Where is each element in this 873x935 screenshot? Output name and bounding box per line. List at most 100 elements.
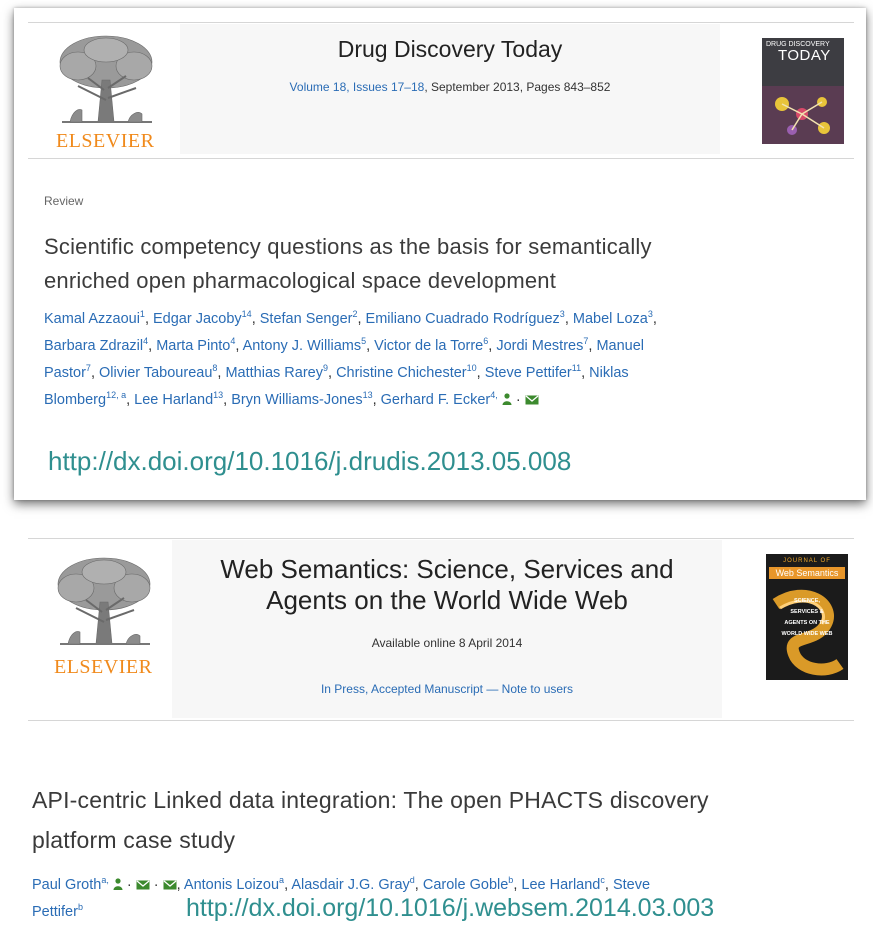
author-name[interactable]: Mabel Loza3 xyxy=(573,310,653,328)
author-name[interactable]: Steve xyxy=(613,877,650,893)
author-name[interactable]: Matthias Rarey9 xyxy=(225,364,328,382)
divider xyxy=(28,720,854,721)
elsevier-logo[interactable]: ELSEVIER xyxy=(46,552,164,682)
divider xyxy=(28,22,854,23)
author-name[interactable]: Lee Harland13 xyxy=(134,390,223,409)
separator: , xyxy=(581,365,590,381)
availability-date: Available online 8 April 2014 xyxy=(371,636,523,650)
author-name[interactable]: Kamal Azzaoui1 xyxy=(44,310,145,328)
author-name[interactable]: Barbara Zdrazil4 xyxy=(44,337,148,355)
cover-line: SCIENCE, xyxy=(794,598,820,604)
journal-title[interactable]: Drug Discovery Today xyxy=(180,36,720,63)
affiliation-marker[interactable]: 12, a xyxy=(106,390,126,400)
article-title-line: Scientific competency questions as the b… xyxy=(44,234,652,259)
elsevier-tree-icon xyxy=(57,557,151,645)
elsevier-wordmark: ELSEVIER xyxy=(56,130,155,152)
author-name[interactable]: Olivier Taboureau8 xyxy=(99,364,217,382)
cover-small-title: JOURNAL OF xyxy=(783,558,831,564)
separator: , xyxy=(176,877,184,893)
separator: , xyxy=(357,311,366,327)
affiliation-marker[interactable]: b xyxy=(78,902,83,912)
author-name[interactable]: Bryn Williams-Jones13 xyxy=(231,390,373,409)
author-list: Kamal Azzaoui1, Edgar Jacoby14, Stefan S… xyxy=(44,306,854,415)
author-name[interactable]: Christine Chichester10 xyxy=(336,363,477,382)
separator: , xyxy=(564,311,573,327)
affiliation-marker[interactable]: a, xyxy=(101,875,109,885)
author-name[interactable]: Pettiferb xyxy=(32,902,83,921)
elsevier-logo[interactable]: ELSEVIER xyxy=(48,30,166,155)
cover-subtitle: SCIENCE, SERVICES & AGENTS ON THE WORLD … xyxy=(766,596,848,640)
author-name[interactable]: Marta Pinto4 xyxy=(156,337,235,355)
separator: · xyxy=(149,877,163,893)
author-name[interactable]: Stefan Senger2 xyxy=(260,310,358,328)
volume-details: , September 2013, Pages 843–852 xyxy=(424,80,611,94)
doi-link[interactable]: http://dx.doi.org/10.1016/j.drudis.2013.… xyxy=(48,446,571,477)
author-name[interactable]: Alasdair J.G. Grayd xyxy=(291,876,414,894)
journal-title-line: Agents on the World Wide Web xyxy=(266,585,628,615)
author-name[interactable]: Manuel xyxy=(596,338,644,354)
author-name[interactable]: Carole Gobleb xyxy=(423,876,513,894)
article-title-line: platform case study xyxy=(32,827,236,853)
article-title-line: enriched open pharmacological space deve… xyxy=(44,268,557,293)
in-press-link[interactable]: In Press, Accepted Manuscript — Note to … xyxy=(321,682,573,696)
journal-cover[interactable]: JOURNAL OF Web Semantics SCIENCE, SERVIC… xyxy=(766,554,848,680)
affiliation-marker[interactable]: 13 xyxy=(213,390,223,400)
affiliation-marker[interactable]: 13 xyxy=(363,390,373,400)
article-type-label: Review xyxy=(44,194,84,208)
separator: , xyxy=(90,365,99,381)
author-name[interactable]: Lee Harlandc xyxy=(521,876,605,894)
divider xyxy=(28,158,854,159)
affiliation-marker[interactable]: 11 xyxy=(572,363,581,373)
journal-title[interactable]: Web Semantics: Science, Services and Age… xyxy=(172,554,722,616)
author-line: Blomberg12, a, Lee Harland13, Bryn Willi… xyxy=(44,387,854,415)
volume-link[interactable]: Volume 18, Issues 17–18 xyxy=(290,80,425,94)
affiliation-marker[interactable]: 10 xyxy=(467,363,477,373)
envelope-icon[interactable] xyxy=(136,873,150,899)
separator: · xyxy=(511,392,525,408)
doi-link[interactable]: http://dx.doi.org/10.1016/j.websem.2014.… xyxy=(186,894,714,923)
cover-molecule-image xyxy=(762,86,844,144)
cover-line: AGENTS ON THE xyxy=(784,620,830,626)
affiliation-marker[interactable]: 14 xyxy=(242,309,252,319)
author-line: Pastor7, Olivier Taboureau8, Matthias Ra… xyxy=(44,360,854,387)
separator: , xyxy=(148,338,157,354)
separator: , xyxy=(372,392,381,408)
author-name[interactable]: Emiliano Cuadrado Rodríguez3 xyxy=(366,310,565,328)
envelope-icon[interactable] xyxy=(163,873,177,899)
volume-info: Volume 18, Issues 17–18, September 2013,… xyxy=(180,80,720,94)
author-line: Barbara Zdrazil4, Marta Pinto4, Antony J… xyxy=(44,333,854,360)
separator: , xyxy=(604,877,613,893)
person-icon[interactable] xyxy=(113,873,123,899)
author-name[interactable]: Jordi Mestres7 xyxy=(496,337,588,355)
elsevier-tree-icon xyxy=(48,30,166,130)
elsevier-wordmark: ELSEVIER xyxy=(54,656,153,678)
author-name[interactable]: Victor de la Torre6 xyxy=(374,337,488,355)
author-name[interactable]: Paul Grotha, xyxy=(32,875,109,894)
affiliation-marker[interactable]: 4, xyxy=(490,390,498,400)
author-name[interactable]: Niklas xyxy=(589,365,628,381)
cover-line: SERVICES & xyxy=(790,609,824,615)
article-card-web-semantics: ELSEVIER Web Semantics: Science, Service… xyxy=(14,524,866,935)
author-name[interactable]: Steve Pettifer11 xyxy=(485,363,581,382)
separator: , xyxy=(144,311,153,327)
author-name[interactable]: Blomberg12, a xyxy=(44,390,126,409)
envelope-icon[interactable] xyxy=(525,388,539,415)
separator: , xyxy=(414,877,423,893)
author-name[interactable]: Edgar Jacoby14 xyxy=(153,309,252,328)
cover-title-big: TODAY xyxy=(778,47,831,64)
author-name[interactable]: Pastor7 xyxy=(44,364,91,382)
article-card-drug-discovery: ELSEVIER Drug Discovery Today Volume 18,… xyxy=(14,8,866,500)
separator: , xyxy=(328,365,337,381)
person-icon[interactable] xyxy=(502,388,512,415)
article-title: Scientific competency questions as the b… xyxy=(44,230,854,298)
in-press-note[interactable]: In Press, Accepted Manuscript — Note to … xyxy=(172,682,722,696)
author-name[interactable]: Antony J. Williams5 xyxy=(243,337,366,355)
author-name[interactable]: Antonis Loizoua xyxy=(184,876,284,894)
separator: , xyxy=(235,338,243,354)
author-name[interactable]: Gerhard F. Ecker4, xyxy=(381,390,498,409)
divider xyxy=(28,538,854,539)
separator: , xyxy=(652,311,657,327)
separator: , xyxy=(126,392,135,408)
journal-cover[interactable]: DRUG DISCOVERY TODAY xyxy=(762,38,844,144)
separator: · xyxy=(122,877,136,893)
